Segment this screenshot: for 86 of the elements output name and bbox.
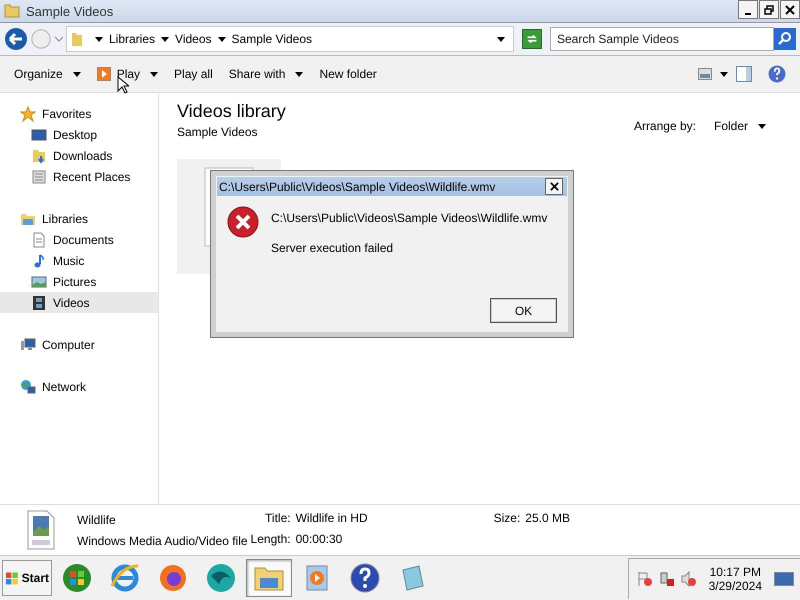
back-button[interactable] (4, 27, 28, 51)
video-file-icon (26, 510, 56, 550)
close-button[interactable] (780, 0, 800, 19)
sidebar-item[interactable]: Favorites (0, 103, 158, 124)
property-value[interactable]: 25.0 MB (525, 511, 570, 525)
property-label: Length: (250, 532, 291, 546)
caret-icon[interactable] (497, 36, 505, 42)
property-label: Size: (494, 511, 520, 525)
folder-arrow-icon (31, 148, 47, 164)
e-browser-icon (109, 562, 141, 594)
sidebar-item[interactable]: Videos (0, 292, 158, 313)
sidebar-item[interactable]: Computer (0, 334, 158, 355)
property-value[interactable]: 00:00:30 (296, 532, 368, 546)
connection-error-icon[interactable] (658, 570, 675, 586)
close-button[interactable] (545, 178, 563, 195)
film-icon (31, 294, 47, 310)
speaker-muted-icon[interactable] (680, 570, 697, 586)
caret-icon (72, 72, 81, 76)
toolbar-button[interactable]: Play (88, 63, 166, 85)
file-path: C:\Users\Public\Videos\Sample Videos\Wildlife.wmv (271, 211, 548, 225)
clock-time[interactable]: 10:17 PM (710, 564, 761, 578)
file-name: Wildlife (77, 512, 117, 526)
dialog-title: C:\Users\Public\Videos\Sample Videos\Wildlife.wmv (219, 180, 496, 194)
orb-icon (61, 562, 93, 594)
caret-icon (295, 72, 304, 76)
caret-icon[interactable] (161, 36, 170, 42)
close-icon (785, 4, 795, 14)
caret-icon[interactable] (720, 72, 728, 76)
ok-button[interactable]: OK (490, 298, 557, 323)
start-button[interactable]: Start (2, 560, 52, 596)
play-icon (96, 67, 111, 81)
folder-icon (4, 3, 20, 19)
breadcrumb[interactable]: Videos (175, 32, 212, 46)
history-caret-icon[interactable] (54, 36, 64, 42)
taskbar-button[interactable] (246, 559, 292, 597)
sidebar-item[interactable]: Pictures (0, 271, 158, 292)
sidebar-item[interactable]: Network (0, 376, 158, 397)
toolbar-button[interactable]: Share with (220, 63, 312, 85)
arrange-label: Arrange by: (634, 119, 696, 133)
library-subtitle: Sample Videos (177, 125, 258, 139)
caret-icon[interactable] (95, 36, 103, 42)
minimize-icon (745, 12, 751, 14)
recent-places-icon (31, 168, 47, 184)
monitor-icon (31, 126, 47, 142)
sidebar-item[interactable]: Music (0, 250, 158, 271)
error-message: Server execution failed (271, 241, 394, 255)
sidebar-item[interactable]: Libraries (0, 208, 158, 229)
breadcrumb[interactable]: Libraries (109, 32, 156, 46)
search-field[interactable]: Search Sample Videos (550, 27, 774, 51)
caret-icon (150, 72, 158, 76)
help-icon (349, 562, 381, 594)
window-title: Sample Videos (26, 4, 114, 18)
address-field[interactable]: Libraries Videos Sample Videos (66, 26, 514, 52)
toolbar-button[interactable]: Play all (166, 63, 221, 85)
sidebar-item[interactable]: Downloads (0, 145, 158, 166)
arrange-dropdown[interactable]: Folder (714, 119, 766, 133)
toolbar-button[interactable]: Organize (6, 63, 89, 85)
fox-browser-icon (157, 562, 189, 594)
property-value[interactable]: Wildlife in HD (296, 511, 368, 525)
show-desktop-button[interactable] (774, 572, 794, 586)
caret-icon[interactable] (218, 36, 226, 42)
flag-icon (5, 570, 20, 586)
folder-icon (71, 31, 83, 47)
library-title: Videos library (177, 101, 286, 122)
toolbar-button[interactable]: New folder (311, 63, 385, 85)
computer-icon (20, 336, 36, 352)
sidebar-item[interactable]: Recent Places (0, 166, 158, 187)
restore-icon (764, 4, 774, 14)
clock-date[interactable]: 3/29/2024 (708, 578, 762, 592)
minimize-button[interactable] (738, 0, 758, 19)
caret-icon (758, 124, 766, 128)
close-icon (550, 182, 558, 191)
network-error-icon[interactable] (636, 570, 653, 586)
sidebar-item[interactable]: Documents (0, 229, 158, 250)
picture-icon (31, 274, 47, 290)
document-icon (31, 232, 47, 248)
search-icon[interactable] (774, 28, 796, 50)
refresh-button[interactable] (522, 29, 542, 49)
network-icon (20, 378, 36, 394)
restore-button[interactable] (759, 0, 779, 19)
swirl-icon (205, 562, 237, 594)
star-icon (20, 106, 36, 122)
file-type: Windows Media Audio/Video file (77, 534, 248, 548)
property-label: Title: (264, 511, 291, 525)
sidebar-item[interactable]: Desktop (0, 124, 158, 145)
breadcrumb[interactable]: Sample Videos (232, 32, 312, 46)
